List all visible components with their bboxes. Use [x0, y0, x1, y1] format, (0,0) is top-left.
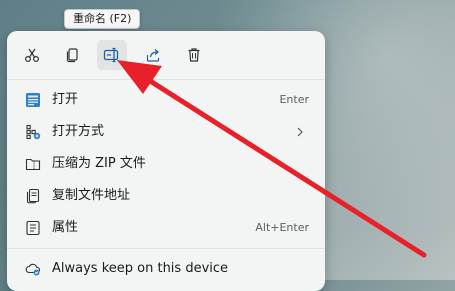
menu-item-always-keep[interactable]: Always keep on this device — [13, 253, 319, 285]
menu-item-properties[interactable]: 属性 Alt+Enter — [13, 212, 319, 244]
trash-icon — [188, 48, 200, 62]
menu-item-copy-path[interactable]: 复制文件地址 — [13, 180, 319, 212]
menu-item-label: Always keep on this device — [52, 261, 229, 276]
toolbar-divider — [7, 79, 325, 80]
zip-folder-icon — [25, 158, 41, 171]
context-menu: 打开 Enter 打开方式 压缩为 ZIP 文件 复制文件地址 属性 Alt+E… — [7, 31, 325, 291]
properties-icon — [26, 220, 40, 236]
copy-icon — [66, 48, 78, 63]
cloud-sync-icon — [25, 263, 40, 276]
cut-button[interactable] — [17, 40, 47, 70]
menu-divider — [7, 248, 325, 249]
rename-tooltip: 重命名 (F2) — [64, 9, 141, 29]
copy-button[interactable] — [57, 40, 87, 70]
scissors-icon — [24, 48, 40, 63]
copy-path-icon — [26, 188, 40, 204]
share-button[interactable] — [138, 40, 168, 70]
menu-item-shortcut: Alt+Enter — [255, 221, 309, 234]
menu-item-open[interactable]: 打开 Enter — [13, 84, 319, 116]
delete-button[interactable] — [179, 40, 209, 70]
menu-item-label: 压缩为 ZIP 文件 — [52, 156, 146, 171]
menu-item-shortcut: Enter — [279, 93, 309, 106]
menu-item-label: 属性 — [52, 220, 79, 235]
menu-item-label: 复制文件地址 — [52, 188, 131, 203]
menu-item-label: 打开 — [52, 92, 79, 107]
open-app-icon — [26, 93, 40, 107]
rename-icon — [103, 47, 119, 63]
share-icon — [146, 49, 160, 62]
menu-item-open-with[interactable]: 打开方式 — [13, 116, 319, 148]
menu-item-compress-zip[interactable]: 压缩为 ZIP 文件 — [13, 148, 319, 180]
open-with-icon — [26, 124, 41, 140]
menu-item-label: 打开方式 — [52, 124, 105, 139]
chevron-right-icon — [297, 127, 303, 137]
rename-button[interactable] — [97, 40, 127, 70]
context-menu-toolbar — [7, 31, 325, 81]
